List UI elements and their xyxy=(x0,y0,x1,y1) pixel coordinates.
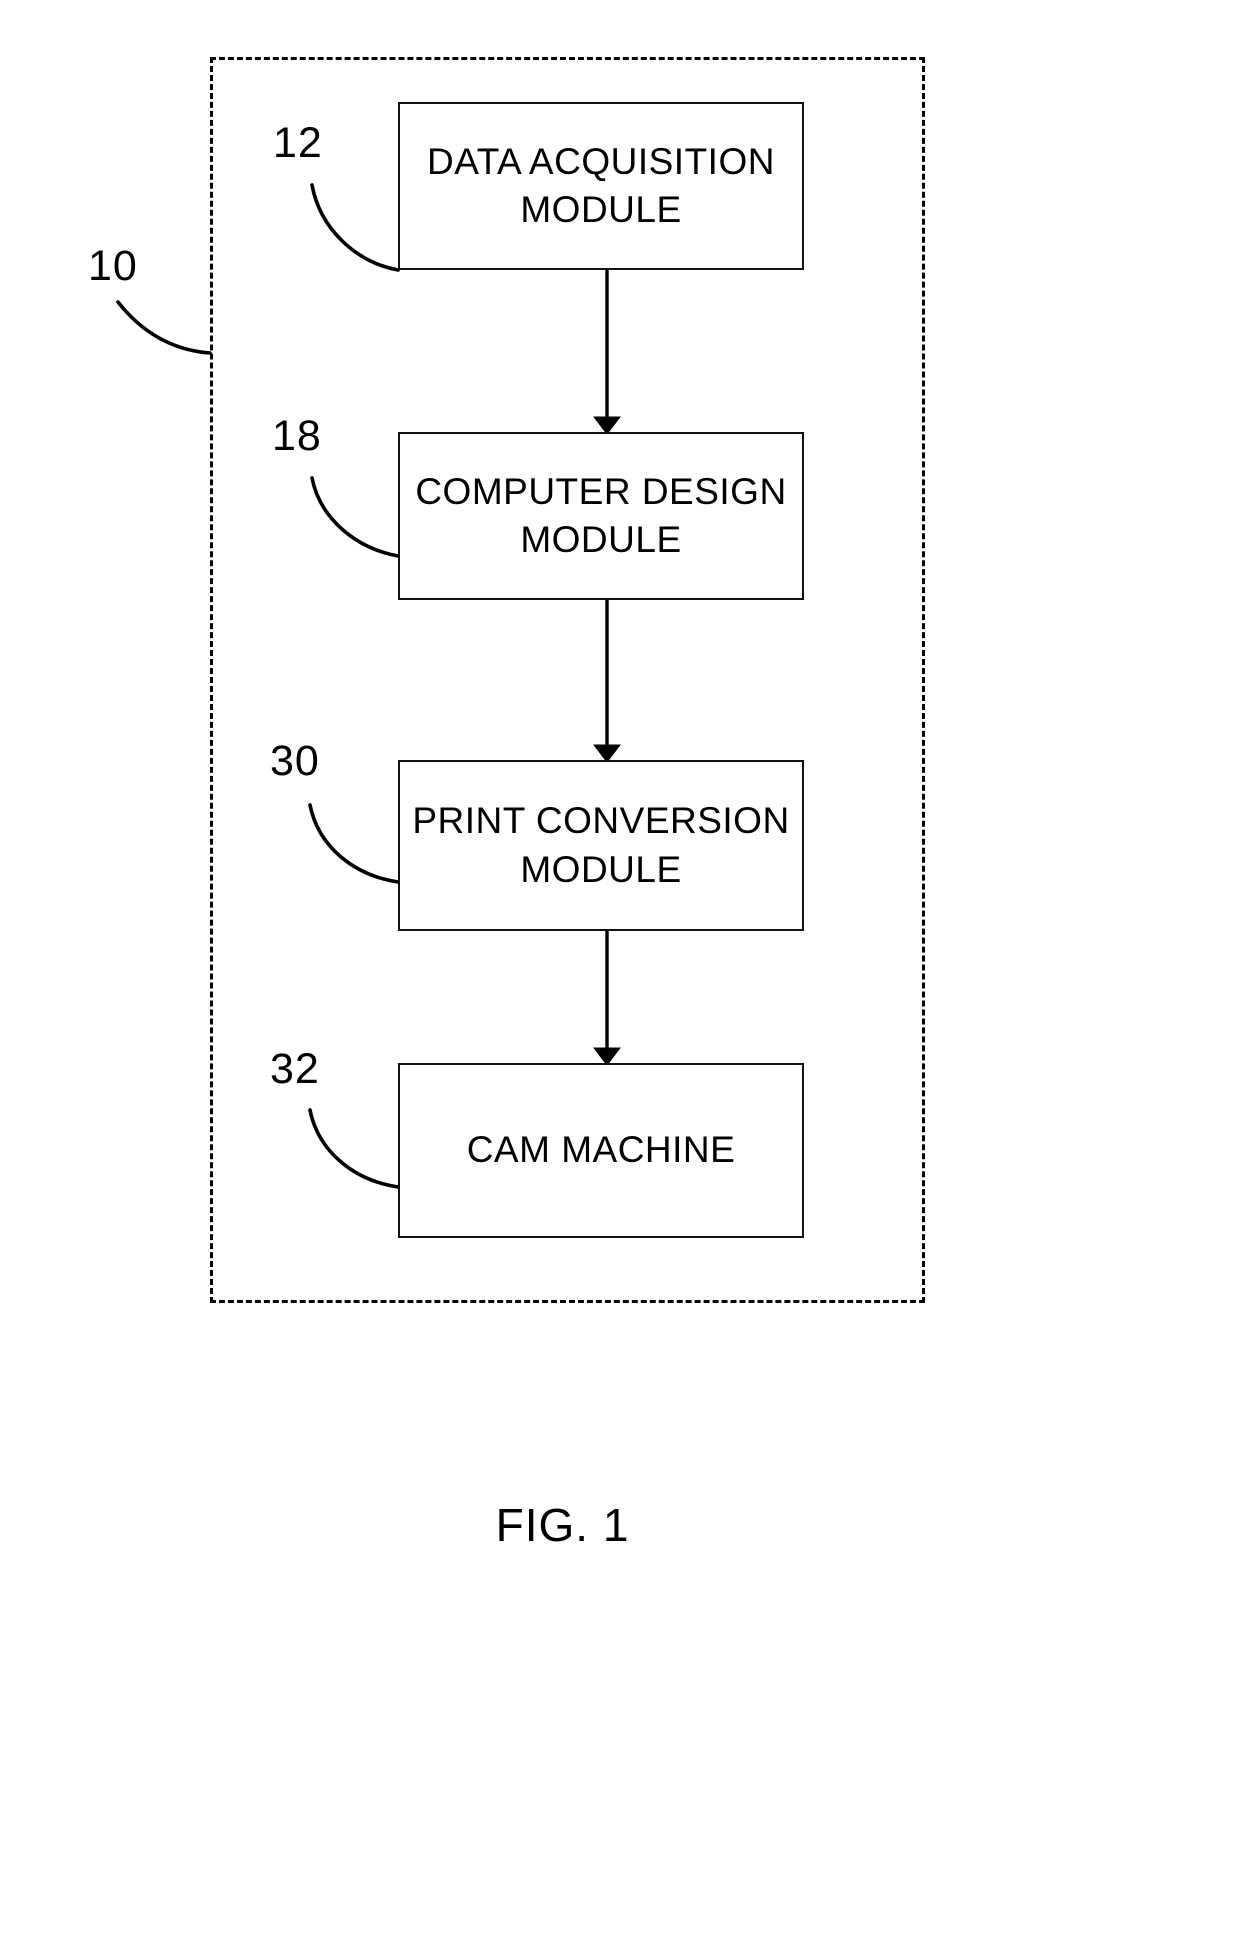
reference-numeral-10: 10 xyxy=(88,242,138,290)
module-box-print-conversion: PRINT CONVERSION MODULE xyxy=(398,760,804,931)
reference-numeral-32: 32 xyxy=(270,1045,320,1093)
module-label-computer-design: COMPUTER DESIGN MODULE xyxy=(415,470,787,560)
module-box-computer-design: COMPUTER DESIGN MODULE xyxy=(398,432,804,600)
reference-numeral-12: 12 xyxy=(273,119,323,167)
reference-numeral-30: 30 xyxy=(270,737,320,785)
module-box-data-acquisition: DATA ACQUISITION MODULE xyxy=(398,102,804,270)
module-label-cam-machine: CAM MACHINE xyxy=(466,1129,736,1171)
module-label-print-conversion: PRINT CONVERSION MODULE xyxy=(412,800,790,890)
leader-line-ref-10 xyxy=(116,300,212,355)
module-label-data-acquisition: DATA ACQUISITION MODULE xyxy=(427,140,775,230)
module-box-cam-machine: CAM MACHINE xyxy=(398,1063,804,1238)
patent-figure-page: 10 12 18 30 32 DATA ACQUISITION MODULE C… xyxy=(0,0,1240,1938)
reference-numeral-18: 18 xyxy=(272,412,322,460)
figure-caption: FIG. 1 xyxy=(495,1499,630,1551)
